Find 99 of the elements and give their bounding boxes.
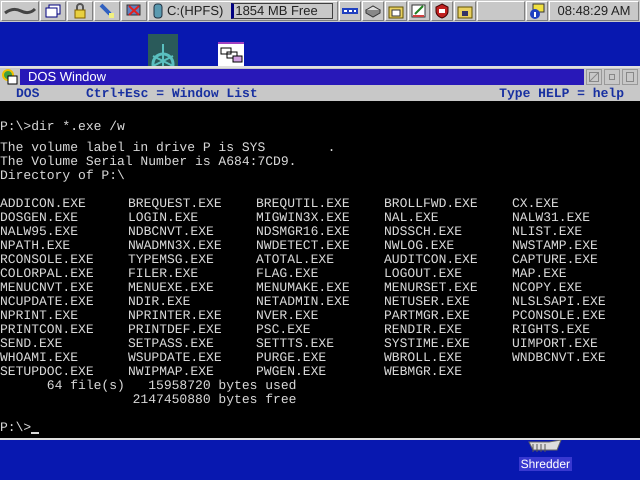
window-list-icon[interactable]	[40, 1, 66, 21]
console-line: 2147450880 bytes free	[132, 393, 296, 407]
file-name: WHOAMI.EXE	[0, 351, 78, 365]
file-name: SYSTIME.EXE	[384, 337, 470, 351]
file-name: SEND.EXE	[0, 337, 62, 351]
file-name: MENUMAKE.EXE	[256, 281, 350, 295]
file-name: WEBMGR.EXE	[384, 365, 462, 379]
file-name: LOGIN.EXE	[128, 211, 198, 225]
file-name: NALW31.EXE	[512, 211, 590, 225]
flashlight-icon[interactable]	[94, 1, 120, 21]
file-name: BROLLFWD.EXE	[384, 197, 478, 211]
file-name: NETADMIN.EXE	[256, 295, 350, 309]
file-name: PWGEN.EXE	[256, 365, 326, 379]
file-name: NWLOG.EXE	[384, 239, 454, 253]
file-name: LOGOUT.EXE	[384, 267, 462, 281]
dos-window-icon	[2, 69, 18, 85]
shield-icon[interactable]	[431, 1, 454, 21]
file-name: PCONSOLE.EXE	[512, 309, 606, 323]
file-name: RENDIR.EXE	[384, 323, 462, 337]
file-name: NWDETECT.EXE	[256, 239, 350, 253]
file-name: MIGWIN3X.EXE	[256, 211, 350, 225]
file-name: PRINTCON.EXE	[0, 323, 94, 337]
file-name: MAP.EXE	[512, 267, 567, 281]
console-line: The volume label in drive P is SYS .	[0, 141, 336, 155]
file-name: NDSSCH.EXE	[384, 225, 462, 239]
disk-drive-icon[interactable]	[362, 1, 384, 21]
file-name: PURGE.EXE	[256, 351, 326, 365]
file-name: NLIST.EXE	[512, 225, 582, 239]
dots-icon[interactable]	[339, 1, 362, 21]
file-name: SETTTS.EXE	[256, 337, 334, 351]
maximize-icon	[625, 72, 635, 82]
file-name: MENUCNVT.EXE	[0, 281, 94, 295]
drive-label: C:(HPFS)	[167, 2, 224, 20]
file-name: NCUPDATE.EXE	[0, 295, 94, 309]
console-line: P:\>dir *.exe /w	[0, 120, 125, 134]
status-text: Type HELP = help	[499, 86, 624, 100]
file-name: WBROLL.EXE	[384, 351, 462, 365]
info-icon[interactable]	[526, 1, 548, 21]
file-name: NDIR.EXE	[128, 295, 190, 309]
file-name: DOSGEN.EXE	[0, 211, 78, 225]
file-name: NAL.EXE	[384, 211, 439, 225]
drive-monitor[interactable]: C:(HPFS) 1854 MB Free	[148, 1, 338, 21]
drive-icon	[153, 3, 163, 19]
shredder-label: Shredder	[518, 457, 572, 471]
file-name: CX.EXE	[512, 197, 559, 211]
file-name: PRINTDEF.EXE	[128, 323, 222, 337]
cursor	[31, 432, 40, 434]
file-name: TYPEMSG.EXE	[128, 253, 214, 267]
file-name: NLSLSAPI.EXE	[512, 295, 606, 309]
status-text: DOS	[16, 86, 40, 100]
file-name: RCONSOLE.EXE	[0, 253, 94, 267]
helm-wheel-icon	[148, 34, 178, 66]
file-name: ADDICON.EXE	[0, 197, 86, 211]
file-name: AUDITCON.EXE	[384, 253, 478, 267]
file-name: NALW95.EXE	[0, 225, 78, 239]
status-text: Ctrl+Esc = Window List	[86, 86, 258, 100]
file-name: SETPASS.EXE	[128, 337, 214, 351]
console-line: The Volume Serial Number is A684:7CD9.	[0, 155, 296, 169]
monitor-icon[interactable]	[121, 1, 147, 21]
file-name: FLAG.EXE	[256, 267, 318, 281]
file-name: NWSTAMP.EXE	[512, 239, 598, 253]
file-name: NWADMN3X.EXE	[128, 239, 222, 253]
file-name: BREQUEST.EXE	[128, 197, 222, 211]
window-title: DOS Window	[28, 70, 106, 84]
file-name: PSC.EXE	[256, 323, 311, 337]
lock-icon[interactable]	[67, 1, 93, 21]
folder-icon[interactable]	[454, 1, 476, 21]
file-name: PARTMGR.EXE	[384, 309, 470, 323]
file-name: MENUEXE.EXE	[128, 281, 214, 295]
prompt: P:\>	[0, 421, 32, 435]
file-name: NETUSER.EXE	[384, 295, 470, 309]
file-name: MENURSET.EXE	[384, 281, 478, 295]
folder-icon[interactable]	[385, 1, 408, 21]
restore-icon	[608, 73, 616, 81]
minimize-icon	[589, 72, 599, 82]
file-name: NVER.EXE	[256, 309, 318, 323]
file-name: WSUPDATE.EXE	[128, 351, 222, 365]
file-name: COLORPAL.EXE	[0, 267, 94, 281]
file-name: NDSMGR16.EXE	[256, 225, 350, 239]
file-name: NPRINT.EXE	[0, 309, 78, 323]
console-line: 64 file(s) 15958720 bytes used	[46, 379, 296, 393]
file-name: NPATH.EXE	[0, 239, 70, 253]
file-name: CAPTURE.EXE	[512, 253, 598, 267]
file-name: NDBCNVT.EXE	[128, 225, 214, 239]
file-name: NCOPY.EXE	[512, 281, 582, 295]
file-name: FILER.EXE	[128, 267, 198, 281]
clock: 08:48:29 AM	[549, 1, 639, 21]
editor-icon[interactable]	[408, 1, 430, 21]
windows-icon	[218, 42, 244, 66]
file-name: UIMPORT.EXE	[512, 337, 598, 351]
file-name: SETUPDOC.EXE	[0, 365, 94, 379]
console-line: Directory of P:\	[0, 169, 125, 183]
file-name: NWIPMAP.EXE	[128, 365, 214, 379]
file-name: WNDBCNVT.EXE	[512, 351, 606, 365]
file-name: ATOTAL.EXE	[256, 253, 334, 267]
file-name: NPRINTER.EXE	[128, 309, 222, 323]
file-name: RIGHTS.EXE	[512, 323, 590, 337]
file-name: BREQUTIL.EXE	[256, 197, 350, 211]
free-space-text: 1854 MB Free	[231, 3, 334, 19]
